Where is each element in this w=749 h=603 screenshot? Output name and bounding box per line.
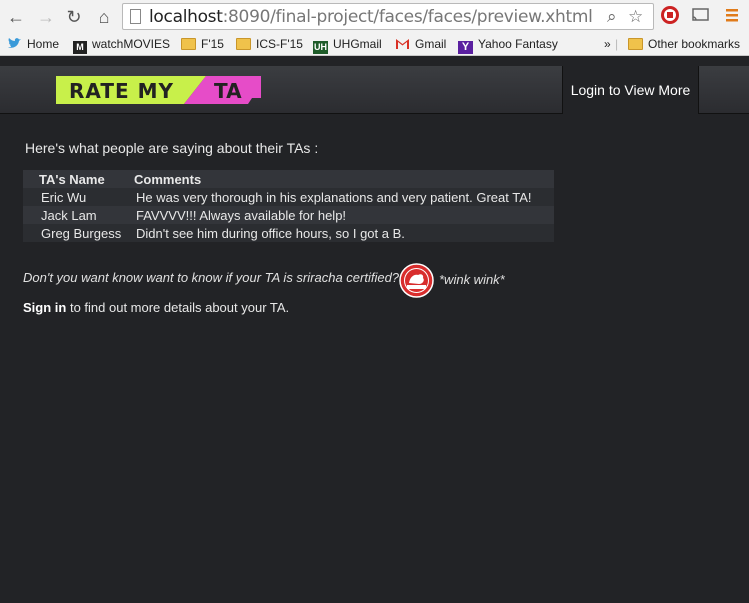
yahoo-icon: Y [458, 41, 473, 54]
ta-name-cell: Eric Wu [23, 188, 134, 206]
star-icon[interactable]: ☆ [628, 7, 643, 27]
ta-name-cell: Greg Burgess [23, 224, 134, 242]
header-comments: Comments [134, 170, 554, 188]
folder-icon [181, 38, 196, 50]
address-bar[interactable]: localhost:8090/final-project/faces/faces… [122, 3, 654, 30]
comment-cell: FAVVVV!!! Always available for help! [134, 206, 554, 224]
browser-toolbar: ← → ↻ ⌂ localhost:8090/final-project/fac… [0, 0, 749, 33]
bookmark-yahoo-fantasy[interactable]: Y Yahoo Fantasy [458, 36, 558, 54]
zoom-icon[interactable]: ⌕ [607, 7, 617, 27]
url-text[interactable]: localhost:8090/final-project/faces/faces… [149, 7, 593, 27]
reload-icon[interactable]: ↻ [64, 7, 84, 27]
intro-text: Here's what people are saying about thei… [25, 140, 319, 156]
table-row: Jack Lam FAVVVV!!! Always available for … [23, 206, 554, 224]
site-header: RATE MY TA Login to View More [0, 66, 749, 114]
m-logo-icon: M [73, 41, 87, 54]
login-button[interactable]: Login to View More [562, 66, 699, 114]
signin-rest-text: to find out more details about your TA. [66, 300, 290, 315]
uh-logo-icon: UH [313, 41, 328, 54]
bookmarks-bar: Home MwatchMOVIES F'15 ICS-F'15 UH UHGmai… [0, 33, 749, 56]
reviews-table: TA's Name Comments Eric Wu He was very t… [23, 170, 554, 242]
sriracha-certified-badge-icon [399, 263, 434, 298]
logo-text-ta: TA [214, 79, 242, 103]
ta-name-cell: Jack Lam [23, 206, 134, 224]
table-row: Eric Wu He was very thorough in his expl… [23, 188, 554, 206]
bookmark-ics-f15[interactable]: ICS-F'15 [236, 36, 303, 53]
folder-icon [236, 38, 251, 50]
bookmark-f15[interactable]: F'15 [181, 36, 224, 53]
signin-prompt: Sign in to find out more details about y… [23, 300, 289, 315]
page-icon [130, 9, 141, 24]
back-arrow-icon[interactable]: ← [6, 7, 26, 27]
bookmarks-divider: | [615, 37, 619, 51]
twitter-icon [8, 38, 21, 48]
bookmarks-overflow-button[interactable]: » [604, 36, 611, 53]
rate-my-ta-logo[interactable]: RATE MY TA [56, 74, 261, 106]
header-ta-name: TA's Name [23, 170, 134, 188]
menu-icon[interactable] [722, 5, 742, 25]
bookmark-other[interactable]: Other bookmarks [628, 36, 740, 53]
bookmark-watchmovies[interactable]: MwatchMOVIES [73, 36, 170, 54]
table-header-row: TA's Name Comments [23, 170, 554, 188]
stop-extension-icon[interactable] [660, 5, 680, 25]
table-row: Greg Burgess Didn't see him during offic… [23, 224, 554, 242]
bookmark-home[interactable]: Home [7, 36, 59, 53]
wink-text: *wink wink* [439, 272, 505, 287]
cast-icon[interactable] [690, 5, 710, 25]
gmail-icon [396, 39, 409, 49]
folder-icon [628, 38, 643, 50]
home-icon[interactable]: ⌂ [94, 7, 114, 27]
comment-cell: He was very thorough in his explanations… [134, 188, 554, 206]
sriracha-question: Don't you want know want to know if your… [23, 270, 400, 285]
signin-link[interactable]: Sign in [23, 300, 66, 315]
bookmark-uhgmail[interactable]: UH UHGmail [313, 36, 382, 54]
bookmark-gmail[interactable]: Gmail [395, 36, 446, 53]
forward-arrow-icon[interactable]: → [36, 7, 56, 27]
logo-text-rate-my: RATE MY [69, 79, 174, 103]
comment-cell: Didn't see him during office hours, so I… [134, 224, 554, 242]
